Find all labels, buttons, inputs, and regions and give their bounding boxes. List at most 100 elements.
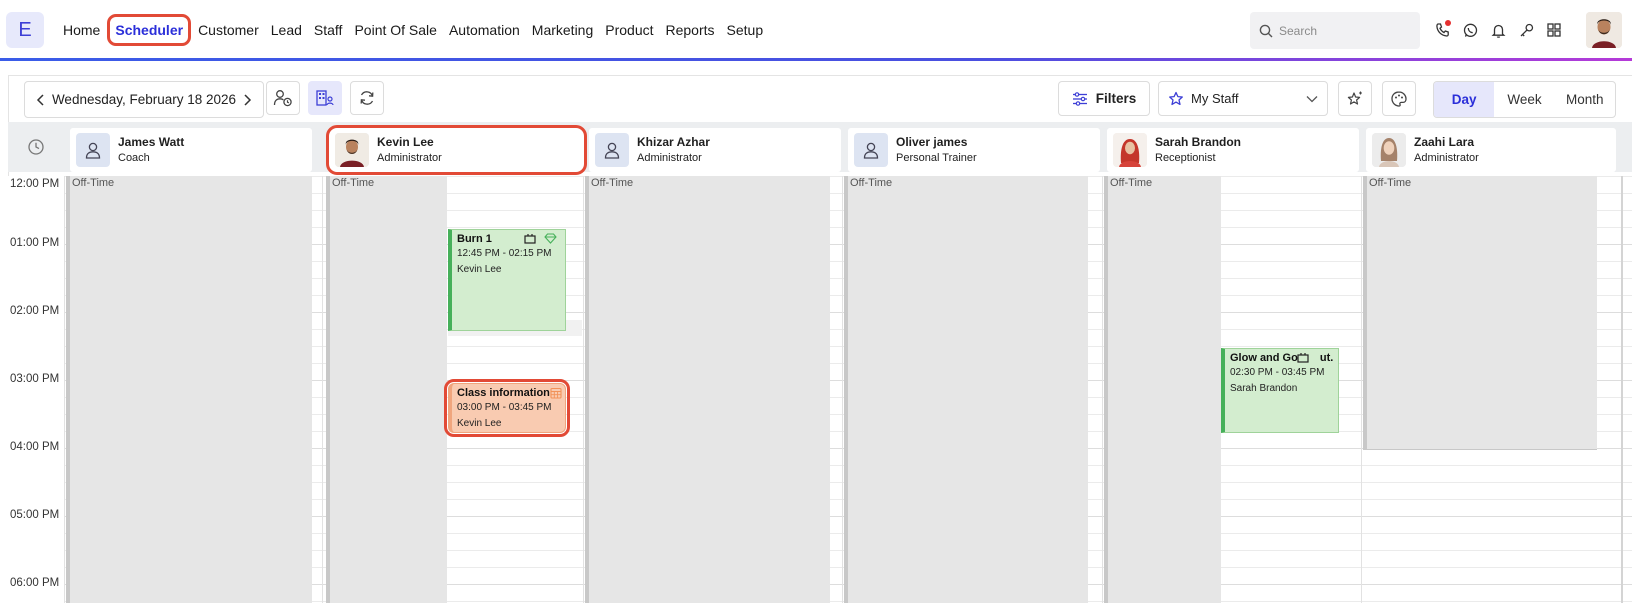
generic-avatar-icon [76, 133, 110, 167]
nav-product[interactable]: Product [599, 14, 659, 46]
off-time-label: Off-Time [850, 177, 893, 189]
staff-role: Coach [118, 152, 150, 164]
color-theme-button[interactable] [1382, 81, 1416, 116]
key-icon[interactable] [1516, 18, 1536, 42]
schedule-grid: 12:00 PM 01:00 PM 02:00 PM 03:00 PM 04:0… [8, 176, 1632, 603]
nav-staff[interactable]: Staff [308, 14, 349, 46]
user-clock-icon [273, 90, 292, 107]
user-avatar[interactable] [1586, 12, 1622, 48]
staff-card-sarah-brandon[interactable]: Sarah Brandon Receptionist [1107, 128, 1359, 172]
time-label: 02:00 PM [10, 305, 60, 317]
event-staff: Kevin Lee [457, 418, 502, 429]
event-class-information[interactable]: Class information 03:00 PM - 03:45 PM Ke… [444, 379, 570, 437]
off-time-label: Off-Time [332, 177, 375, 189]
time-label: 01:00 PM [10, 237, 60, 249]
nav-lead[interactable]: Lead [265, 14, 308, 46]
event-title-suffix: ut.. [1319, 352, 1333, 364]
staff-name: Khizar Azhar [637, 135, 710, 149]
event-time: 02:30 PM - 03:45 PM [1230, 367, 1325, 378]
chevron-down-icon [1306, 95, 1318, 102]
off-time-label: Off-Time [1110, 177, 1153, 189]
whatsapp-icon[interactable] [1460, 18, 1480, 42]
logo-letter: E [18, 18, 32, 41]
staff-name: James Watt [118, 135, 185, 149]
sliders-icon [1072, 91, 1087, 106]
nav-automation[interactable]: Automation [443, 14, 526, 46]
nav-setup[interactable]: Setup [721, 14, 770, 46]
off-time-label: Off-Time [1369, 177, 1412, 189]
view-week-button[interactable]: Week [1494, 82, 1554, 117]
filters-button[interactable]: Filters [1058, 81, 1150, 116]
resource-view-button[interactable] [308, 81, 342, 115]
nav-point-of-sale[interactable]: Point Of Sale [348, 14, 443, 46]
prev-day-arrow-icon[interactable] [33, 92, 49, 108]
staff-availability-button[interactable] [266, 81, 300, 115]
staff-select-value: My Staff [1191, 91, 1239, 106]
refresh-icon [360, 91, 374, 105]
staff-name: Zaahi Lara [1414, 135, 1475, 149]
app-logo[interactable]: E [6, 12, 44, 48]
generic-avatar-icon [854, 133, 888, 167]
column-divider [842, 176, 843, 603]
staff-name: Kevin Lee [377, 135, 434, 149]
view-month-button[interactable]: Month [1555, 82, 1615, 117]
event-glow-and-go[interactable]: Glow and Go ut.. 02:30 PM - 03:45 PM Sara… [1221, 348, 1339, 433]
staff-card-james-watt[interactable]: James Watt Coach [70, 128, 312, 172]
apps-grid-icon[interactable] [1544, 18, 1564, 42]
off-time-label: Off-Time [72, 177, 115, 189]
event-time: 12:45 PM - 02:15 PM [457, 248, 552, 259]
time-label: 12:00 PM [10, 178, 60, 190]
sparkle-star-icon [1347, 91, 1362, 105]
staff-card-zaahi-lara[interactable]: Zaahi Lara Administrator [1366, 128, 1616, 172]
off-time-block[interactable]: Off-Time [1363, 176, 1597, 450]
event-icons [550, 387, 562, 399]
staff-card-khizar-azhar[interactable]: Khizar Azhar Administrator [589, 128, 841, 172]
gem-icon [544, 233, 557, 244]
event-burn-1[interactable]: Burn 1 12:45 PM - 02:15 PM Kevin Lee [448, 229, 566, 331]
event-title-row: Glow and Go ut.. [1230, 351, 1333, 365]
column-divider [583, 176, 584, 603]
off-time-block[interactable]: Off-Time [66, 176, 312, 603]
nav-customer[interactable]: Customer [192, 14, 265, 46]
bell-icon[interactable] [1488, 18, 1508, 42]
event-title: Class information [457, 387, 550, 399]
nav-reports[interactable]: Reports [660, 14, 721, 46]
view-day-button[interactable]: Day [1434, 82, 1495, 117]
staff-card-kevin-lee[interactable]: Kevin Lee Administrator [326, 125, 587, 175]
refresh-button[interactable] [350, 81, 384, 115]
next-day-arrow-icon[interactable] [239, 92, 255, 108]
nav-scheduler[interactable]: Scheduler [107, 14, 192, 46]
staff-role: Receptionist [1155, 152, 1216, 164]
off-time-block[interactable]: Off-Time [1104, 176, 1221, 603]
off-time-block[interactable]: Off-Time [844, 176, 1088, 603]
search-icon [1259, 24, 1273, 37]
off-time-block[interactable]: Off-Time [326, 176, 447, 603]
top-action-icons [1432, 18, 1564, 42]
event-staff: Sarah Brandon [1230, 383, 1298, 394]
event-staff: Kevin Lee [457, 264, 502, 275]
scrollbar-track[interactable] [1621, 176, 1623, 603]
time-column-header [8, 123, 64, 171]
avatar [1113, 133, 1147, 167]
favorites-button[interactable] [1338, 81, 1372, 116]
nav-marketing[interactable]: Marketing [526, 14, 599, 46]
staff-role: Administrator [1414, 152, 1479, 164]
phone-icon[interactable] [1432, 18, 1452, 42]
nav-home[interactable]: Home [57, 14, 106, 46]
staff-card-oliver-james[interactable]: Oliver james Personal Trainer [848, 128, 1100, 172]
event-icons [524, 233, 557, 244]
calendar-tv-icon [524, 234, 536, 244]
staff-name: Sarah Brandon [1155, 135, 1242, 149]
off-time-block[interactable]: Off-Time [585, 176, 830, 603]
search-input[interactable] [1279, 23, 1409, 38]
staff-select[interactable]: My Staff [1158, 81, 1328, 116]
current-date[interactable]: Wednesday, February 18 2026 [52, 92, 236, 107]
avatar [335, 133, 369, 167]
event-icons [1297, 352, 1309, 363]
column-divider [322, 176, 323, 603]
notification-dot [1445, 20, 1451, 26]
star-icon [1169, 91, 1183, 105]
building-people-icon [316, 90, 334, 106]
search-box[interactable] [1250, 12, 1420, 49]
top-accent-line [0, 58, 1632, 61]
